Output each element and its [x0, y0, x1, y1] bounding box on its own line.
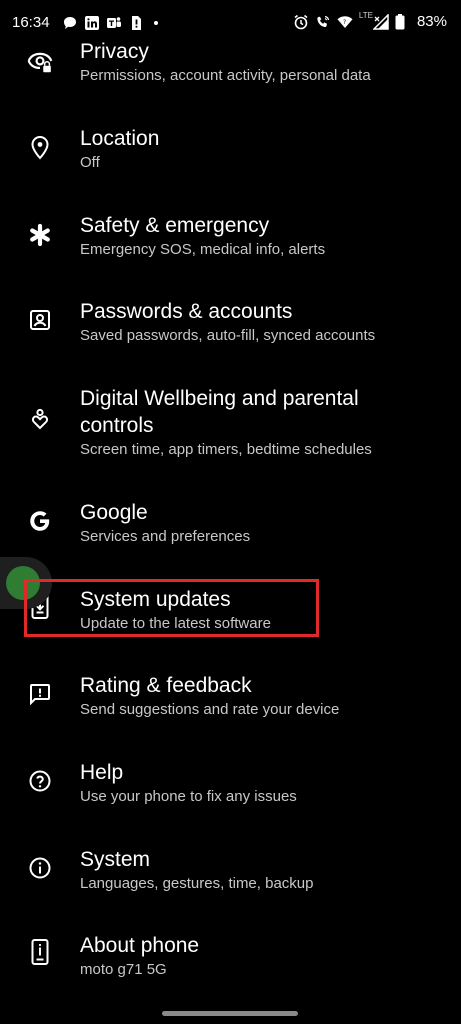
location-pin-icon	[22, 130, 58, 166]
more-notifications-dot	[154, 21, 158, 25]
item-title: Google	[80, 501, 148, 524]
item-subtitle: Use your phone to fix any issues	[80, 788, 297, 805]
item-subtitle: Send suggestions and rate your device	[80, 701, 340, 718]
battery-icon	[395, 13, 411, 30]
item-title: Rating & feedback	[80, 674, 252, 697]
item-title: About phone	[80, 934, 200, 957]
wifi-calling-icon	[315, 14, 331, 30]
asterisk-icon	[22, 217, 58, 253]
notification-icons	[62, 15, 158, 31]
item-subtitle: Languages, gestures, time, backup	[80, 875, 314, 892]
item-title: System	[80, 848, 151, 871]
settings-item-system[interactable]: System Languages, gestures, time, backup	[0, 842, 461, 922]
item-subtitle: Services and preferences	[80, 528, 251, 545]
item-subtitle: Emergency SOS, medical info, alerts	[80, 241, 326, 258]
highlight-annotation-box	[24, 579, 319, 637]
svg-text:?: ?	[343, 19, 346, 26]
cellular-signal-icon	[372, 13, 389, 30]
settings-item-about-phone[interactable]: About phone moto g71 5G	[0, 928, 461, 1008]
alarm-icon	[293, 14, 309, 30]
network-type-label: LTE	[358, 11, 373, 20]
feedback-icon	[22, 676, 58, 712]
chat-bubble-icon	[62, 15, 78, 31]
item-title: Passwords & accounts	[80, 300, 293, 323]
settings-item-privacy[interactable]: Privacy Permissions, account activity, p…	[0, 30, 461, 110]
settings-item-digital-wellbeing[interactable]: Digital Wellbeing and parental controls …	[0, 381, 461, 481]
settings-item-passwords-accounts[interactable]: Passwords & accounts Saved passwords, au…	[0, 294, 461, 374]
item-title: Privacy	[80, 40, 149, 63]
linkedin-icon	[84, 15, 100, 31]
help-icon	[22, 763, 58, 799]
system-status-icons: ? LTE 83%	[293, 11, 447, 30]
wifi-icon: ?	[337, 14, 353, 30]
item-title: Safety & emergency	[80, 214, 270, 237]
gesture-navigation-handle[interactable]	[162, 1011, 298, 1016]
battery-percentage: 83%	[416, 13, 447, 30]
teams-icon	[106, 15, 122, 31]
status-time: 16:34	[12, 14, 50, 31]
item-subtitle: Off	[80, 154, 100, 171]
wellbeing-icon	[22, 401, 58, 437]
eye-lock-icon	[22, 44, 58, 80]
settings-item-help[interactable]: Help Use your phone to fix any issues	[0, 755, 461, 835]
google-g-icon	[22, 503, 58, 539]
settings-item-safety-emergency[interactable]: Safety & emergency Emergency SOS, medica…	[0, 207, 461, 287]
settings-item-rating-feedback[interactable]: Rating & feedback Send suggestions and r…	[0, 668, 461, 748]
item-title: Location	[80, 127, 160, 150]
item-title-line-2: controls	[80, 414, 154, 437]
info-icon	[22, 850, 58, 886]
item-subtitle: Screen time, app timers, bedtime schedul…	[80, 441, 372, 458]
item-title-line-1: Digital Wellbeing and parental	[80, 387, 359, 410]
settings-item-location[interactable]: Location Off	[0, 120, 461, 200]
item-subtitle: Permissions, account activity, personal …	[80, 67, 371, 84]
account-box-icon	[22, 302, 58, 338]
phone-icon	[22, 934, 58, 970]
item-subtitle: moto g71 5G	[80, 961, 167, 978]
item-title: Help	[80, 761, 124, 784]
item-subtitle: Saved passwords, auto-fill, synced accou…	[80, 327, 376, 344]
alert-notification-icon	[128, 15, 144, 31]
settings-item-google[interactable]: Google Services and preferences	[0, 495, 461, 575]
